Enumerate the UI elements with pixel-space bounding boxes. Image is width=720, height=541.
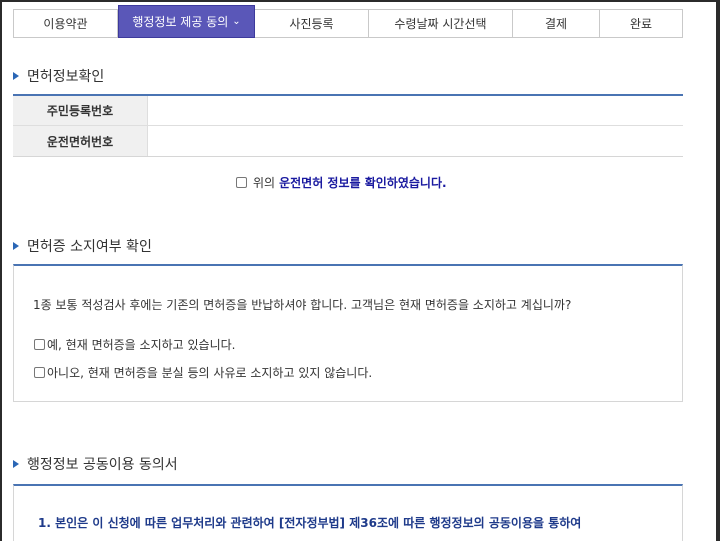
option-has-license[interactable]: 예, 현재 면허증을 소지하고 있습니다. bbox=[34, 336, 236, 353]
confirm-text: 운전면허 정보를 확인하였습니다. bbox=[279, 176, 447, 190]
step-label: 사진등록 bbox=[289, 17, 334, 31]
license-number-label: 운전면허번호 bbox=[13, 126, 148, 156]
section-title-text: 면허정보확인 bbox=[27, 69, 105, 85]
consent-box: 1. 본인은 이 신청에 따른 업무처리와 관련하여 [전자정부법] 제36조에… bbox=[13, 484, 683, 541]
confirm-prefix: 위의 bbox=[253, 176, 276, 190]
step-complete[interactable]: 완료 bbox=[600, 10, 682, 37]
license-number-value bbox=[148, 126, 683, 156]
step-label: 이용약관 bbox=[43, 17, 88, 31]
resident-number-value bbox=[148, 96, 683, 125]
step-admin-info-consent[interactable]: 행정정보 제공 동의 ⌄ bbox=[118, 5, 255, 38]
option-no-license[interactable]: 아니오, 현재 면허증을 분실 등의 사유로 소지하고 있지 않습니다. bbox=[34, 364, 372, 381]
table-row: 운전면허번호 bbox=[13, 126, 683, 156]
section-title-text: 행정정보 공동이용 동의서 bbox=[27, 457, 178, 473]
option-checkbox[interactable] bbox=[34, 339, 45, 350]
license-confirm: 위의 운전면허 정보를 확인하였습니다. bbox=[236, 174, 447, 191]
possession-section-title: 면허증 소지여부 확인 bbox=[13, 236, 152, 256]
option-label: 예, 현재 면허증을 소지하고 있습니다. bbox=[47, 338, 236, 352]
resident-number-label: 주민등록번호 bbox=[13, 96, 148, 125]
license-section-title: 면허정보확인 bbox=[13, 66, 104, 86]
license-info-table: 주민등록번호 운전면허번호 bbox=[13, 94, 683, 157]
option-label: 아니오, 현재 면허증을 분실 등의 사유로 소지하고 있지 않습니다. bbox=[47, 366, 373, 380]
step-label: 수령날짜 시간선택 bbox=[394, 17, 487, 31]
possession-question: 1종 보통 적성검사 후에는 기존의 면허증을 반납하셔야 합니다. 고객님은 … bbox=[33, 298, 572, 312]
step-label: 행정정보 제공 동의 bbox=[132, 15, 229, 29]
option-checkbox[interactable] bbox=[34, 367, 45, 378]
table-row: 주민등록번호 bbox=[13, 96, 683, 126]
step-payment[interactable]: 결제 bbox=[513, 10, 600, 37]
arrow-right-icon bbox=[13, 72, 19, 80]
consent-item-1: 1. 본인은 이 신청에 따른 업무처리와 관련하여 [전자정부법] 제36조에… bbox=[38, 516, 582, 530]
arrow-right-icon bbox=[13, 242, 19, 250]
step-navigation: 이용약관 행정정보 제공 동의 ⌄ 사진등록 수령날짜 시간선택 결제 완료 bbox=[13, 5, 683, 38]
section-title-text: 면허증 소지여부 확인 bbox=[27, 239, 152, 255]
consent-section-title: 행정정보 공동이용 동의서 bbox=[13, 454, 178, 474]
step-pickup-time[interactable]: 수령날짜 시간선택 bbox=[369, 10, 513, 37]
chevron-down-icon: ⌄ bbox=[232, 16, 241, 27]
step-label: 결제 bbox=[544, 17, 568, 31]
confirm-checkbox[interactable] bbox=[236, 177, 247, 188]
step-photo-upload[interactable]: 사진등록 bbox=[255, 10, 369, 37]
possession-box: 1종 보통 적성검사 후에는 기존의 면허증을 반납하셔야 합니다. 고객님은 … bbox=[13, 264, 683, 402]
step-label: 완료 bbox=[629, 17, 653, 31]
step-terms[interactable]: 이용약관 bbox=[14, 10, 118, 37]
arrow-right-icon bbox=[13, 460, 19, 468]
